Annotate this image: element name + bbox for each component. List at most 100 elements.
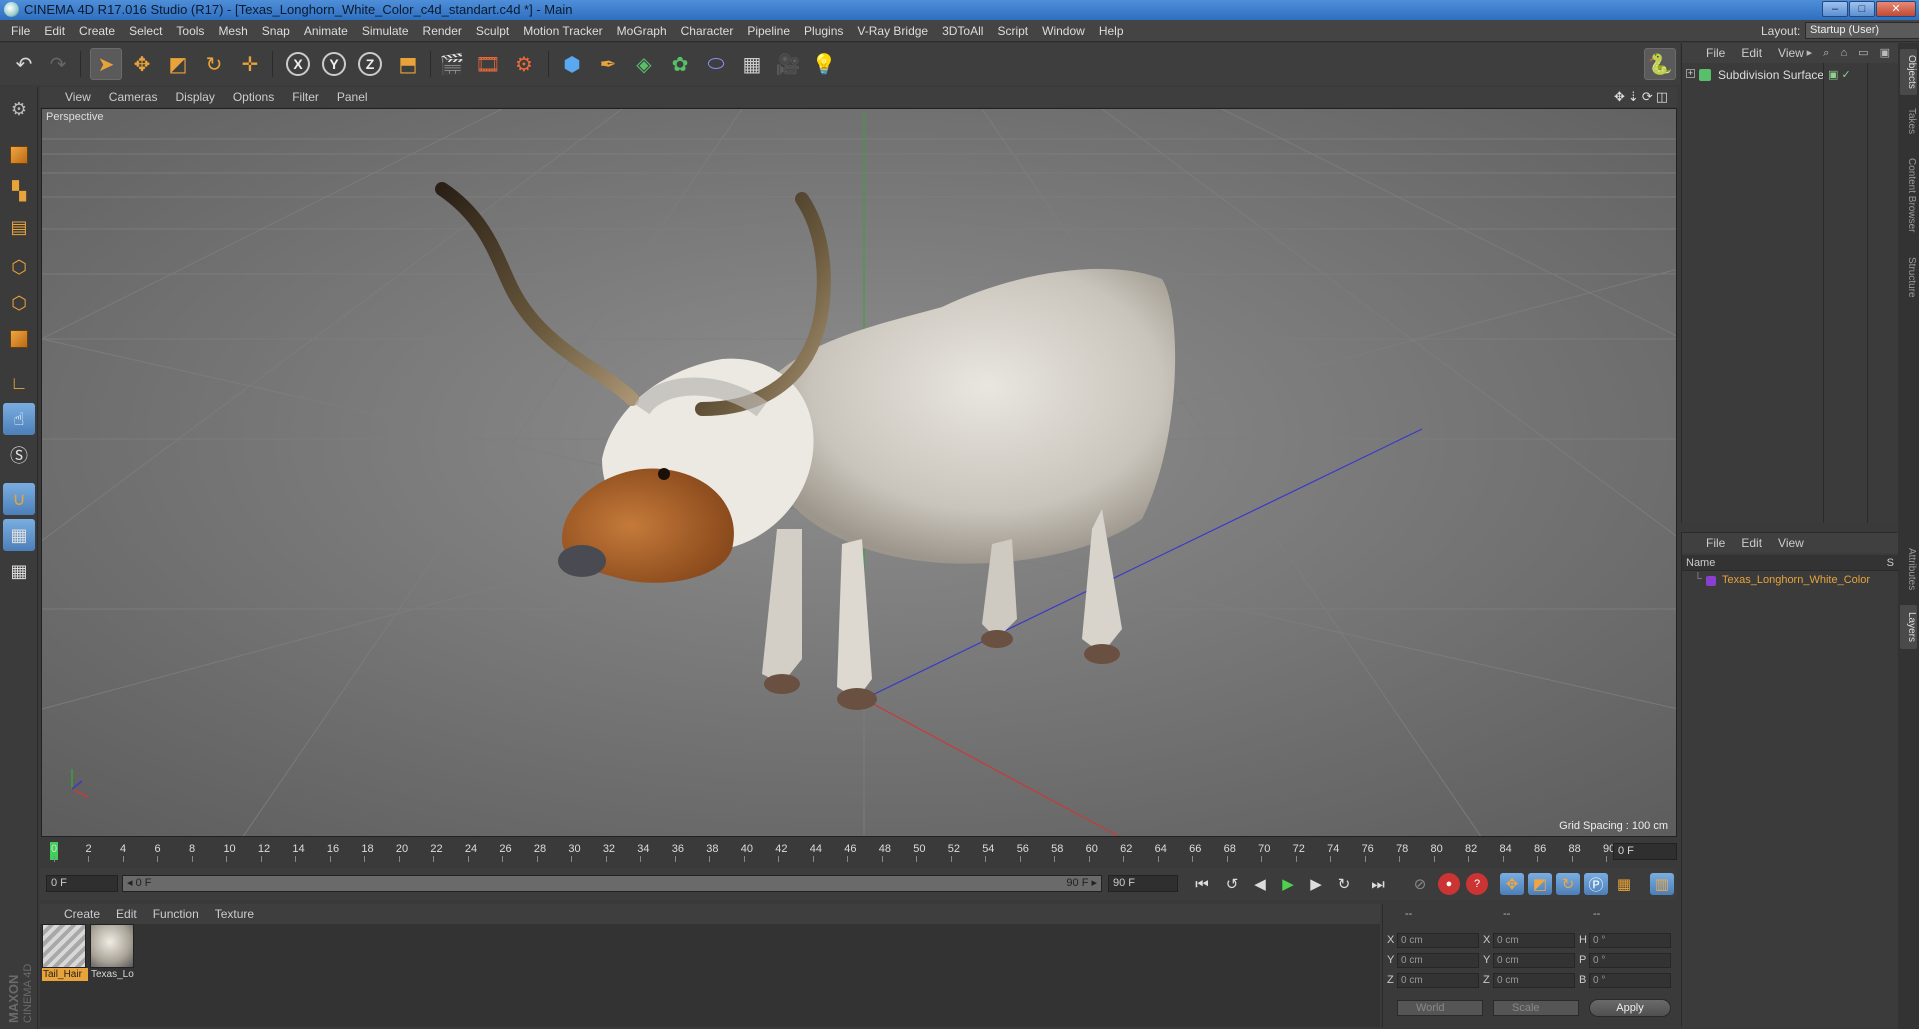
texture-mode-icon[interactable]: ▚ [3,175,35,207]
menu-pipeline[interactable]: Pipeline [740,20,797,42]
menu-snap[interactable]: Snap [255,20,297,42]
points-mode-icon[interactable]: ⬡ [3,251,35,283]
object-manager-tool-icons[interactable]: ▸ ⌕ ⌂ ▭ ▣ [1807,46,1894,60]
rot-b-field[interactable]: 0 ° [1589,973,1671,988]
key-pla-icon[interactable]: ▦ [1612,873,1636,895]
polygons-mode-icon[interactable] [3,323,35,355]
rotate-icon[interactable]: ↻ [198,48,230,80]
layer-row[interactable]: └ Texas_Longhorn_White_Color [1682,573,1898,589]
layout-dropdown[interactable]: Startup (User) ▼ [1805,22,1919,39]
expand-icon[interactable]: + [1686,69,1695,78]
object-row-subdivision-surface[interactable]: + Subdivision Surface ▣ ✓ [1682,67,1898,85]
current-frame-field[interactable]: 0 F [1613,843,1677,860]
workplane-icon[interactable]: ▤ [3,211,35,243]
z-axis-toggle[interactable]: Z [354,48,386,80]
apply-button[interactable]: Apply [1589,999,1671,1017]
material-menu-function[interactable]: Function [145,904,207,924]
perspective-viewport[interactable]: Perspective Grid Spacing : 100 cm [41,108,1677,837]
material-tail-hair[interactable]: Tail_Hair [42,924,88,981]
menu-create[interactable]: Create [72,20,122,42]
cloner-icon[interactable]: ✿ [664,48,696,80]
floor-icon[interactable]: ▦ [736,48,768,80]
scale-icon[interactable]: ◩ [162,48,194,80]
menu-mesh[interactable]: Mesh [211,20,254,42]
key-selection-icon[interactable]: ⊘ [1408,873,1432,895]
rot-h-field[interactable]: 0 ° [1589,933,1671,948]
size-y-field[interactable]: 0 cm [1493,953,1575,968]
go-to-start-icon[interactable]: ⏮ [1190,873,1214,895]
lock-workplane-icon[interactable]: ▦ [3,519,35,551]
menu-render[interactable]: Render [416,20,469,42]
menu-sculpt[interactable]: Sculpt [469,20,516,42]
material-texas-longhorn[interactable]: Texas_Lo [90,924,136,981]
select-arrow-icon[interactable]: ➤ [90,48,122,80]
menu-motion-tracker[interactable]: Motion Tracker [516,20,609,42]
go-to-end-icon[interactable]: ⏭ [1366,873,1390,895]
viewport-menu-filter[interactable]: Filter [283,87,328,107]
key-position-icon[interactable]: ✥ [1500,873,1524,895]
rot-p-field[interactable]: 0 ° [1589,953,1671,968]
menu-v-ray-bridge[interactable]: V-Ray Bridge [850,20,935,42]
tab-attributes[interactable]: Attributes [1900,537,1917,601]
maximize-button[interactable]: □ [1849,1,1875,17]
object-menu-edit[interactable]: Edit [1733,43,1770,63]
close-button[interactable]: ✕ [1876,1,1916,17]
menu-3dtoall[interactable]: 3DToAll [935,20,990,42]
render-view-icon[interactable]: 🎬 [436,48,468,80]
render-settings-icon[interactable]: ⚙ [508,48,540,80]
menu-edit[interactable]: Edit [37,20,72,42]
object-menu-file[interactable]: File [1698,43,1733,63]
frame-range-slider[interactable]: ◂ 0 F 90 F ▸ [122,875,1102,892]
menu-file[interactable]: File [4,20,37,42]
timeline-ruler[interactable]: 0 2 4 6 8 10 12 14 16 18 20 22 24 26 28 30 32 34 36 38 40 42 4… [40,840,1677,864]
key-scale-icon[interactable]: ◩ [1528,873,1552,895]
viewport-menu-display[interactable]: Display [166,87,223,107]
coordinate-system-icon[interactable]: ⬒ [392,48,424,80]
deformer-icon[interactable]: ⬭ [700,48,732,80]
menu-character[interactable]: Character [674,20,741,42]
next-frame-icon[interactable]: ▶ [1304,873,1328,895]
size-z-field[interactable]: 0 cm [1493,973,1575,988]
tab-takes[interactable]: Takes [1900,101,1917,141]
viewport-menu-view[interactable]: View [56,87,100,107]
timeline-window-icon[interactable]: ▥ [1650,873,1674,895]
size-x-field[interactable]: 0 cm [1493,933,1575,948]
make-editable-icon[interactable]: ⚙ [3,93,35,125]
tab-content-browser[interactable]: Content Browser [1900,147,1917,243]
move-icon[interactable]: ✥ [126,48,158,80]
subdivision-surface-icon[interactable]: ◈ [628,48,660,80]
key-rotation-icon[interactable]: ↻ [1556,873,1580,895]
axis-mode-icon[interactable]: ∟ [3,367,35,399]
recent-tools-icon[interactable]: ✛ [234,48,266,80]
play-icon[interactable]: ▶ [1276,873,1300,895]
redo-icon[interactable]: ↷ [42,48,74,80]
material-menu-edit[interactable]: Edit [108,904,145,924]
next-key-icon[interactable]: ↻ [1332,873,1356,895]
menu-script[interactable]: Script [990,20,1035,42]
menu-mograph[interactable]: MoGraph [610,20,674,42]
menu-window[interactable]: Window [1035,20,1092,42]
viewport-menu-panel[interactable]: Panel [328,87,377,107]
material-menu-texture[interactable]: Texture [207,904,262,924]
menu-help[interactable]: Help [1092,20,1131,42]
pos-y-field[interactable]: 0 cm [1397,953,1479,968]
minimize-button[interactable]: – [1822,1,1848,17]
viewport-menu-options[interactable]: Options [224,87,283,107]
menu-select[interactable]: Select [122,20,169,42]
end-frame-field[interactable]: 90 F [1108,875,1178,892]
layer-menu-view[interactable]: View [1770,533,1812,553]
record-icon[interactable]: ● [1438,873,1460,895]
layer-menu-file[interactable]: File [1698,533,1733,553]
edges-mode-icon[interactable]: ⬡ [3,287,35,319]
menu-tools[interactable]: Tools [169,20,211,42]
tweak-mode-icon[interactable]: ☝ [3,403,35,435]
snap-icon[interactable]: Ⓢ [3,439,35,471]
coordinate-space-dropdown[interactable]: World [1397,1000,1483,1016]
tab-objects[interactable]: Objects [1900,49,1917,95]
planar-workplane-icon[interactable]: ▦ [3,555,35,587]
viewport-menu-cameras[interactable]: Cameras [100,87,167,107]
object-menu-view[interactable]: View [1770,43,1812,63]
menu-animate[interactable]: Animate [297,20,355,42]
menu-simulate[interactable]: Simulate [355,20,416,42]
tab-structure[interactable]: Structure [1900,249,1917,305]
